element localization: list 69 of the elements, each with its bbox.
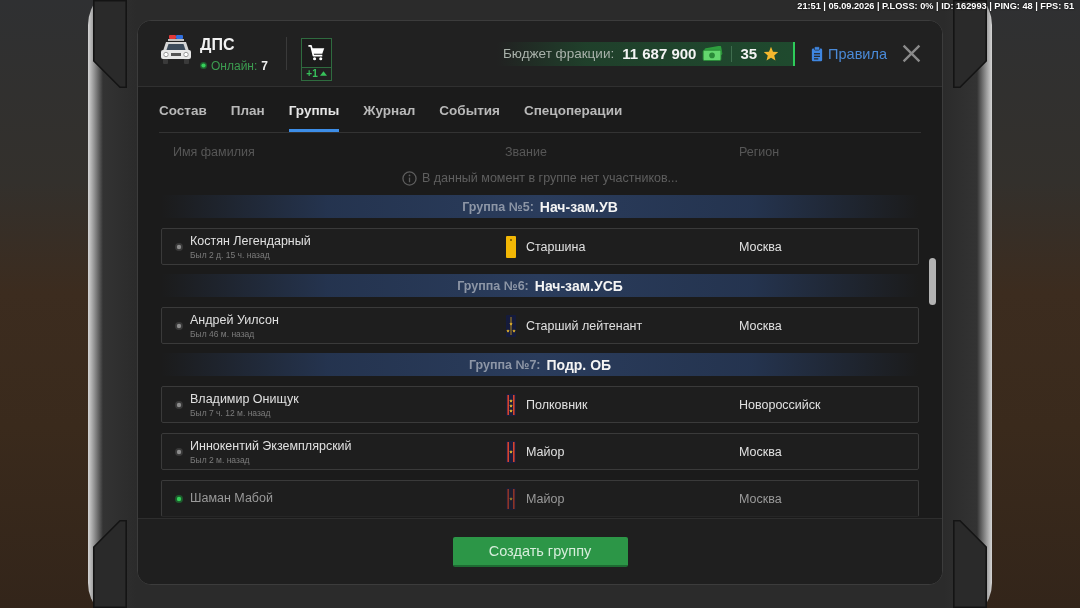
last-seen-text: Был 2 м. назад [190,454,250,465]
police-car-icon [159,33,193,66]
member-row[interactable]: Владимир Онищук Был 7 ч. 12 м. назад Полковник Новороссийск [161,386,919,423]
scrollbar-thumb[interactable] [929,258,936,305]
member-row[interactable]: Костян Легендарный Был 2 д. 15 ч. назад Старшина Москва [161,228,919,265]
faction-title: ДПС [200,34,235,55]
online-count: 7 [261,58,268,73]
star-icon [763,45,780,62]
group-title: Нач-зам.УВ [539,198,618,215]
member-name: Иннокентий Экземплярский [190,438,352,454]
group-title: Подр. ОБ [546,356,612,373]
rules-link[interactable]: Правила [811,45,887,62]
group-number: Группа №5: [462,199,534,214]
tab[interactable]: Состав [159,102,207,132]
rank-title: Полковник [526,397,588,412]
tab[interactable]: Журнал [363,102,416,132]
member-name: Владимир Онищук [190,391,299,407]
column-header: Звание [505,144,547,160]
online-label: Онлайн: [211,58,258,73]
member-row[interactable]: Иннокентий Экземплярский Был 2 м. назад Майор Москва [161,433,919,470]
close-button[interactable] [902,44,921,63]
cart-button[interactable] [301,37,332,68]
rank-title: Старший лейтенант [526,318,643,333]
points-value: 35 [740,45,758,62]
tab[interactable]: События [439,102,500,132]
close-icon [902,44,921,63]
info-icon [402,170,417,186]
badge-count: +1 [306,68,318,79]
last-seen-text: Был 46 м. назад [190,328,255,339]
corner-bracket-icon [953,0,987,88]
column-header: Имя фамилия [173,144,255,160]
region-text: Москва [739,444,782,459]
member-name: Костян Легендарный [190,233,311,249]
column-header: Регион [739,144,780,160]
region-text: Москва [739,239,782,254]
region-text: Москва [739,491,782,506]
group-number: Группа №6: [457,278,529,293]
group-number: Группа №7: [468,357,541,372]
budget-value: 11 687 900 [622,45,697,62]
online-dot-icon [200,62,207,69]
shoulder-strap-icon [505,235,517,258]
member-row[interactable]: Шаман Мабой Майор Москва [161,480,919,517]
clipboard-icon [811,45,824,62]
region-text: Москва [739,318,782,333]
cart-icon [307,44,326,61]
rank-title: Майор [526,491,565,506]
corner-bracket-icon [93,0,127,88]
rank-title: Майор [526,444,565,459]
last-seen-text: Был 2 д. 15 ч. назад [190,249,270,260]
status-bar-text: 21:51 | 05.09.2026 | P.LOSS: 0% | ID: 162993 | PING: 48 | FPS: 51 [797,0,1074,12]
tab[interactable]: Спецоперации [523,102,623,132]
shoulder-strap-icon [505,487,517,510]
corner-bracket-icon [93,520,127,608]
group-title: Нач-зам.УСБ [534,277,623,294]
empty-group-message: В данный момент в группе нет участников... [422,171,678,185]
tab[interactable]: План [230,102,265,132]
region-text: Новороссийск [739,397,821,412]
shoulder-strap-icon [505,314,517,337]
budget-label: Бюджет фракции: [503,46,615,61]
shoulder-strap-icon [505,440,517,463]
last-seen-text: Был 7 ч. 12 м. назад [190,407,271,418]
member-row[interactable]: Андрей Уилсон Был 46 м. назад Старший лейтенант Москва [161,307,919,344]
shoulder-strap-icon [505,393,517,416]
member-name: Андрей Уилсон [190,312,279,328]
corner-bracket-icon [953,520,987,608]
member-name: Шаман Мабой [190,491,273,506]
up-triangle-icon [319,71,327,76]
banknotes-icon [702,46,724,61]
rank-title: Старшина [526,239,586,254]
